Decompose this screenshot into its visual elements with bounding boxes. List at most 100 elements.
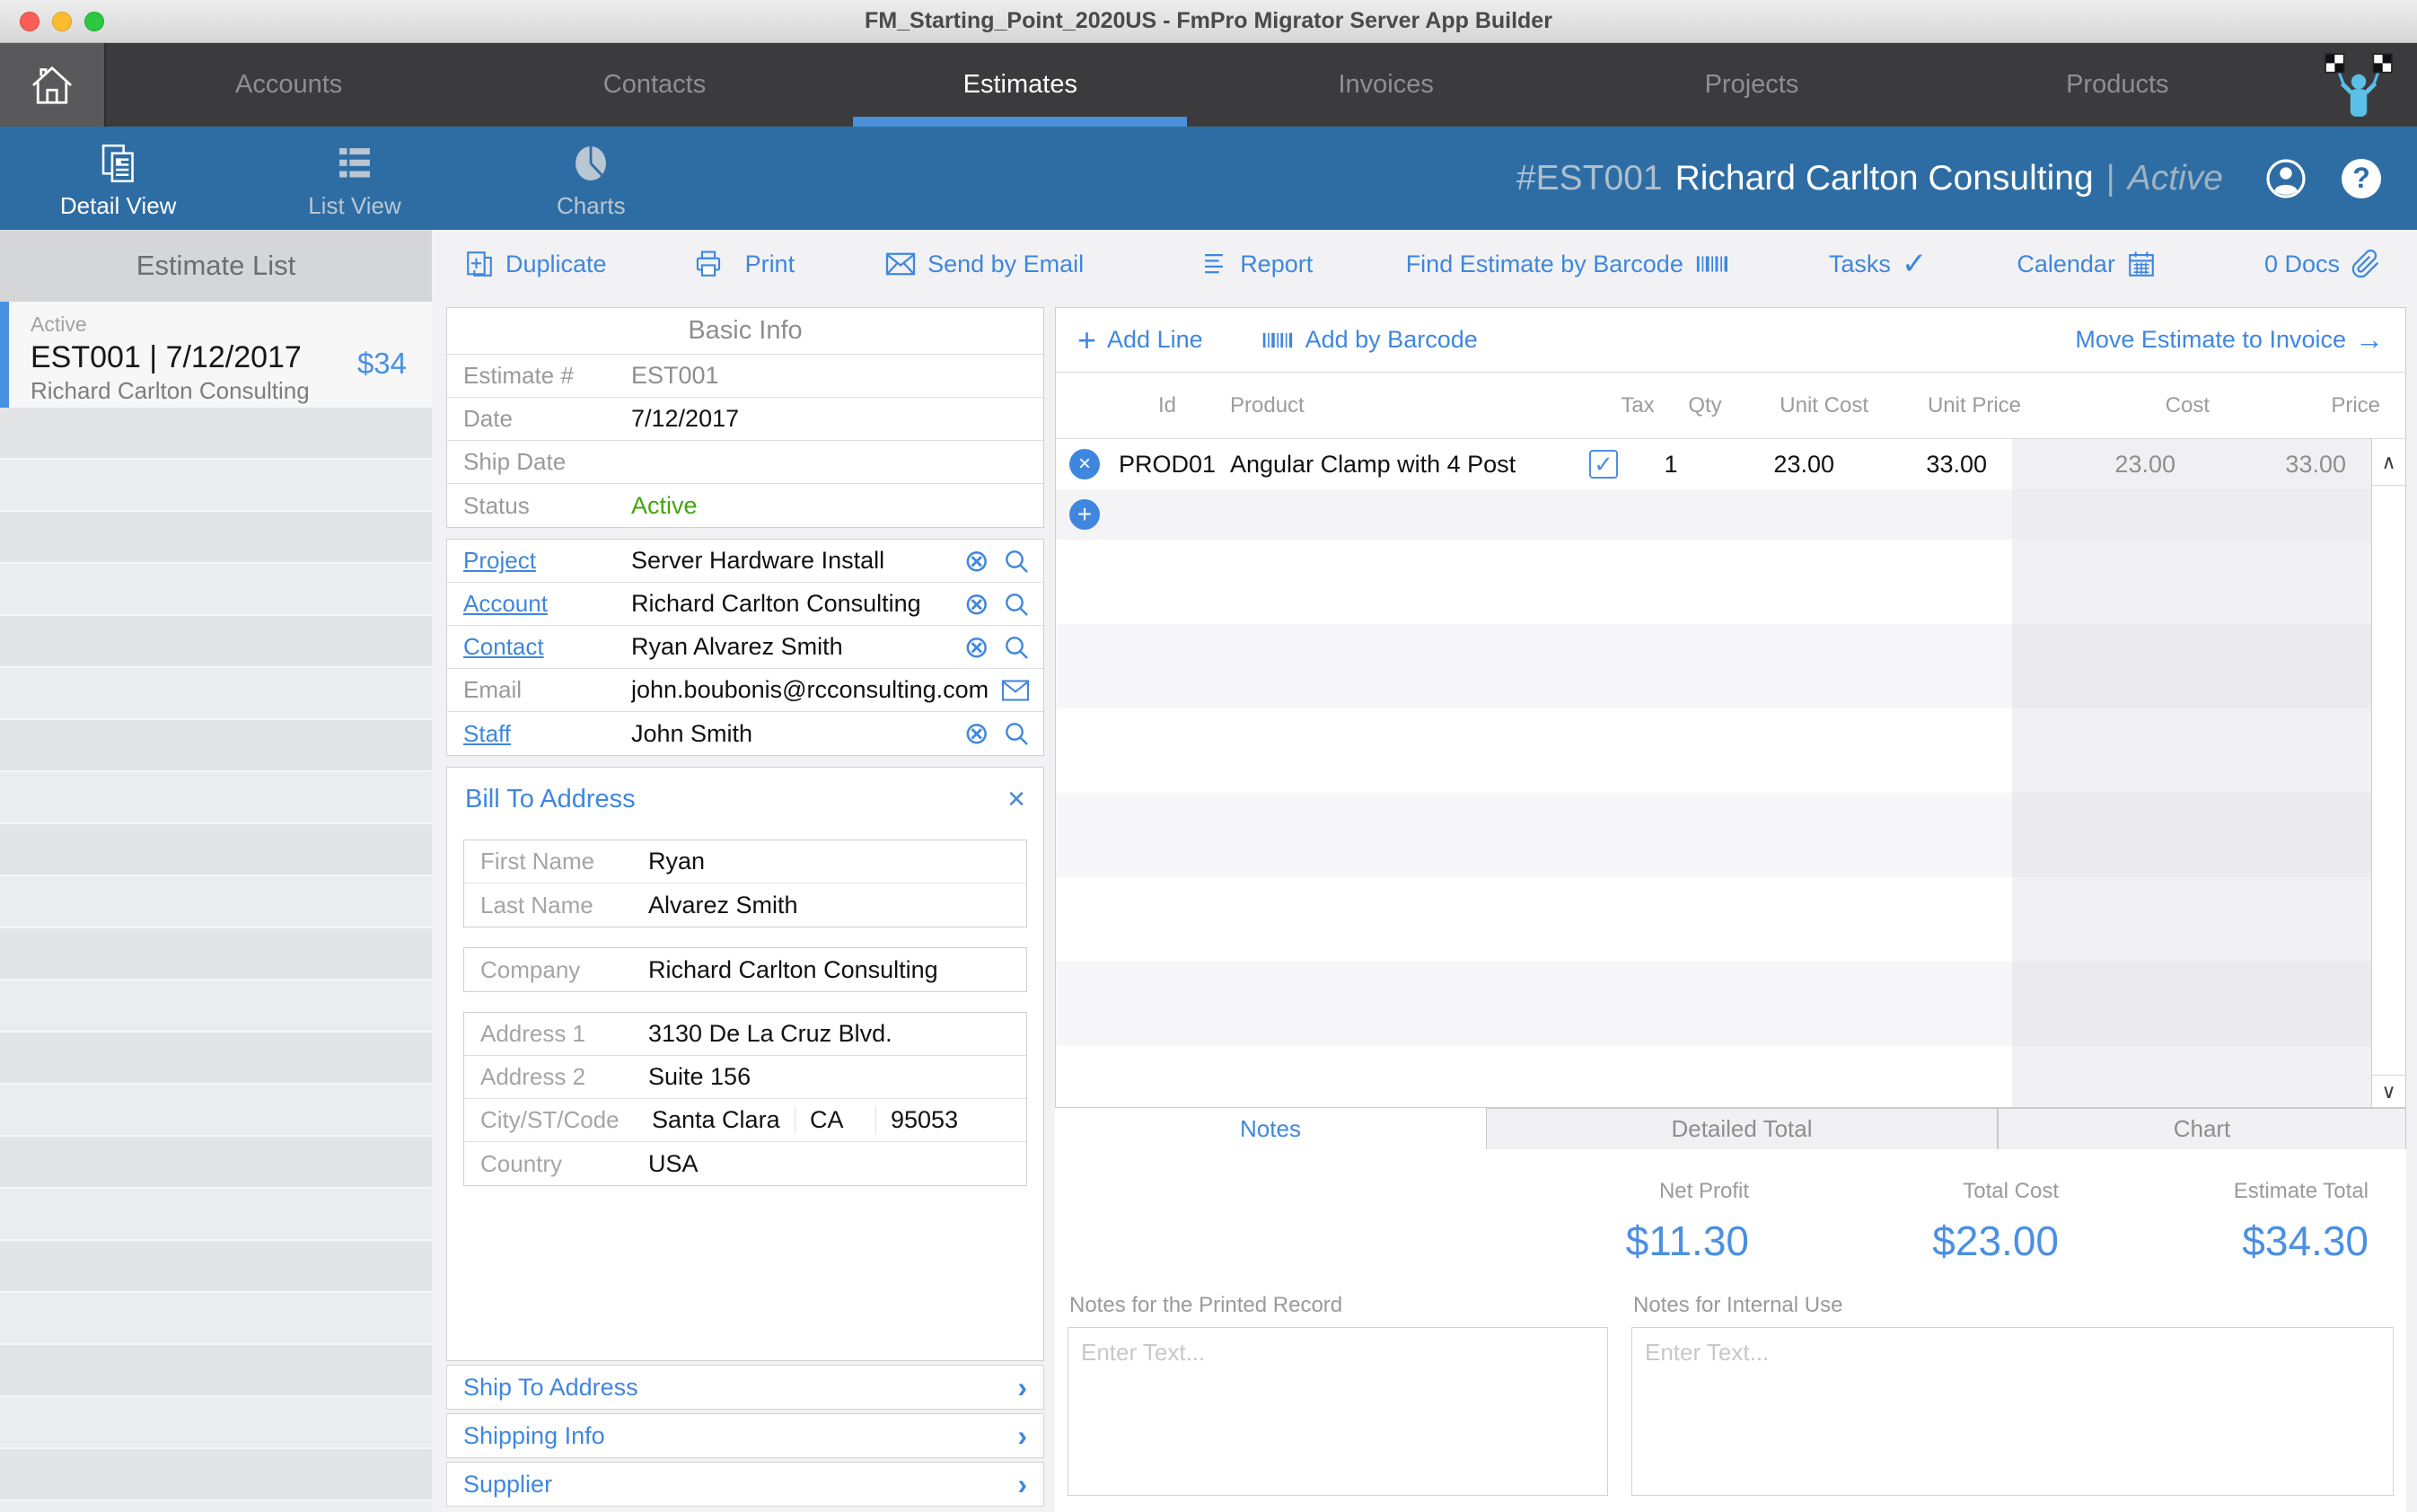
- zoom-window-button[interactable]: [84, 12, 104, 31]
- clear-staff-icon[interactable]: ⊗: [964, 718, 990, 749]
- col-product: Product: [1221, 393, 1606, 418]
- report-button[interactable]: Report: [1199, 249, 1313, 279]
- email-value[interactable]: john.boubonis@rcconsulting.com: [631, 676, 1000, 704]
- chevron-right-icon: ›: [1017, 1371, 1027, 1404]
- estimate-number-value[interactable]: EST001: [631, 362, 1043, 390]
- clear-project-icon[interactable]: ⊗: [964, 546, 990, 576]
- scroll-down-icon[interactable]: ∨: [2372, 1075, 2405, 1107]
- contact-value[interactable]: Ryan Alvarez Smith: [631, 633, 964, 661]
- find-by-barcode-button[interactable]: Find Estimate by Barcode: [1406, 251, 1730, 278]
- home-button[interactable]: [0, 43, 106, 127]
- panels: Basic Info Estimate # EST001 Date 7/12/2…: [432, 298, 2417, 1512]
- search-contact-icon[interactable]: [1002, 633, 1031, 662]
- section-supplier[interactable]: Supplier ›: [446, 1462, 1044, 1507]
- status-value[interactable]: Active: [631, 492, 1043, 520]
- collapsed-sections: Ship To Address › Shipping Info › Suppli…: [446, 1361, 1044, 1512]
- city-value[interactable]: Santa Clara: [648, 1106, 795, 1134]
- close-window-button[interactable]: [20, 12, 40, 31]
- country-value[interactable]: USA: [648, 1150, 1026, 1178]
- section-shipping-info[interactable]: Shipping Info ›: [446, 1413, 1044, 1458]
- section-ship-to-address[interactable]: Ship To Address ›: [446, 1365, 1044, 1410]
- clear-contact-icon[interactable]: ⊗: [964, 632, 990, 663]
- tab-accounts[interactable]: Accounts: [106, 43, 471, 127]
- scroll-up-icon[interactable]: ∧: [2372, 439, 2405, 486]
- row-id[interactable]: PROD01: [1113, 451, 1221, 479]
- minimize-window-button[interactable]: [52, 12, 72, 31]
- internal-notes-input[interactable]: [1631, 1327, 2394, 1496]
- view-toolbar: Detail View List View Charts: [0, 127, 2417, 230]
- table-row: × PROD01 Angular Clamp with 4 Post ✓ 1 2…: [1056, 439, 2371, 489]
- account-value[interactable]: Richard Carlton Consulting: [631, 590, 964, 618]
- docs-button[interactable]: 0 Docs: [2264, 249, 2381, 279]
- line-items-scrollbar[interactable]: ∧ ∨: [2371, 439, 2405, 1107]
- staff-value[interactable]: John Smith: [631, 720, 964, 748]
- field-ship-date: Ship Date: [447, 441, 1043, 484]
- detail-view-icon: [97, 142, 140, 185]
- address1-value[interactable]: 3130 De La Cruz Blvd.: [648, 1020, 1026, 1048]
- arrow-right-icon: →: [2355, 323, 2384, 356]
- project-value[interactable]: Server Hardware Install: [631, 547, 964, 575]
- col-id: Id: [1113, 393, 1221, 418]
- date-value[interactable]: 7/12/2017: [631, 405, 1043, 433]
- estimate-total: Estimate Total $34.30: [2096, 1179, 2406, 1265]
- field-date: Date 7/12/2017: [447, 398, 1043, 441]
- first-name-value[interactable]: Ryan: [648, 848, 1026, 875]
- user-account-icon[interactable]: [2264, 157, 2307, 200]
- company-value[interactable]: Richard Carlton Consulting: [648, 956, 1026, 984]
- send-email-icon[interactable]: [1000, 678, 1031, 703]
- tab-detailed-total[interactable]: Detailed Total: [1486, 1108, 1998, 1149]
- tab-chart[interactable]: Chart: [1998, 1108, 2406, 1149]
- add-row-icon[interactable]: +: [1069, 499, 1100, 530]
- clear-account-icon[interactable]: ⊗: [964, 589, 990, 620]
- address2-value[interactable]: Suite 156: [648, 1063, 1026, 1091]
- row-product[interactable]: Angular Clamp with 4 Post: [1221, 451, 1572, 479]
- tab-contacts[interactable]: Contacts: [471, 43, 837, 127]
- tax-checkbox[interactable]: ✓: [1589, 450, 1618, 479]
- help-icon[interactable]: ?: [2342, 159, 2381, 198]
- row-unit-price[interactable]: 33.00: [1859, 451, 2012, 479]
- tab-notes[interactable]: Notes: [1055, 1108, 1486, 1149]
- sidebar-header: Estimate List: [0, 230, 432, 302]
- search-project-icon[interactable]: [1002, 547, 1031, 576]
- last-name-value[interactable]: Alvarez Smith: [648, 892, 1026, 919]
- search-account-icon[interactable]: [1002, 590, 1031, 619]
- plus-icon: +: [1077, 324, 1096, 356]
- basic-info-panel: Basic Info Estimate # EST001 Date 7/12/2…: [446, 307, 1044, 528]
- send-by-email-button[interactable]: Send by Email: [884, 251, 1084, 278]
- charts-view-button[interactable]: Charts: [473, 136, 709, 220]
- row-qty[interactable]: 1: [1635, 451, 1707, 479]
- estimate-form-column: Basic Info Estimate # EST001 Date 7/12/2…: [446, 298, 1044, 1512]
- tasks-button[interactable]: Tasks ✓: [1829, 249, 1928, 279]
- close-bill-to-icon[interactable]: ×: [1007, 784, 1025, 814]
- account-link[interactable]: Account: [447, 590, 631, 618]
- row-unit-cost[interactable]: 23.00: [1707, 451, 1859, 479]
- delete-row-icon[interactable]: ×: [1069, 449, 1100, 479]
- company-group: Company Richard Carlton Consulting: [463, 947, 1027, 992]
- state-value[interactable]: CA: [795, 1106, 875, 1134]
- view-switcher: Detail View List View Charts: [0, 136, 709, 220]
- printed-notes-input[interactable]: [1068, 1327, 1608, 1496]
- project-link[interactable]: Project: [447, 547, 631, 575]
- field-address2: Address 2 Suite 156: [464, 1056, 1026, 1099]
- list-item-selected[interactable]: Active EST001 | 7/12/2017 Richard Carlto…: [0, 302, 432, 408]
- move-to-invoice-button[interactable]: Move Estimate to Invoice →: [2075, 323, 2384, 356]
- duplicate-button[interactable]: Duplicate: [464, 249, 607, 279]
- tab-projects[interactable]: Projects: [1569, 43, 1934, 127]
- staff-link[interactable]: Staff: [447, 720, 631, 748]
- calendar-button[interactable]: Calendar: [2017, 249, 2157, 279]
- tab-products[interactable]: Products: [1935, 43, 2300, 127]
- list-view-button[interactable]: List View: [236, 136, 472, 220]
- col-qty: Qty: [1669, 393, 1741, 418]
- print-button[interactable]: Print: [693, 249, 795, 279]
- search-staff-icon[interactable]: [1002, 719, 1031, 748]
- tab-invoices[interactable]: Invoices: [1203, 43, 1569, 127]
- detail-view-button[interactable]: Detail View: [0, 136, 236, 220]
- tab-estimates[interactable]: Estimates: [838, 43, 1203, 127]
- nav-tabs: Accounts Contacts Estimates Invoices Pro…: [106, 43, 2300, 127]
- add-line-button[interactable]: + Add Line: [1077, 324, 1203, 356]
- line-items-toolbar: + Add Line: [1056, 308, 2405, 373]
- zip-value[interactable]: 95053: [875, 1106, 1026, 1134]
- line-items-body: × PROD01 Angular Clamp with 4 Post ✓ 1 2…: [1056, 439, 2371, 1107]
- contact-link[interactable]: Contact: [447, 633, 631, 661]
- add-by-barcode-button[interactable]: Add by Barcode: [1261, 326, 1478, 354]
